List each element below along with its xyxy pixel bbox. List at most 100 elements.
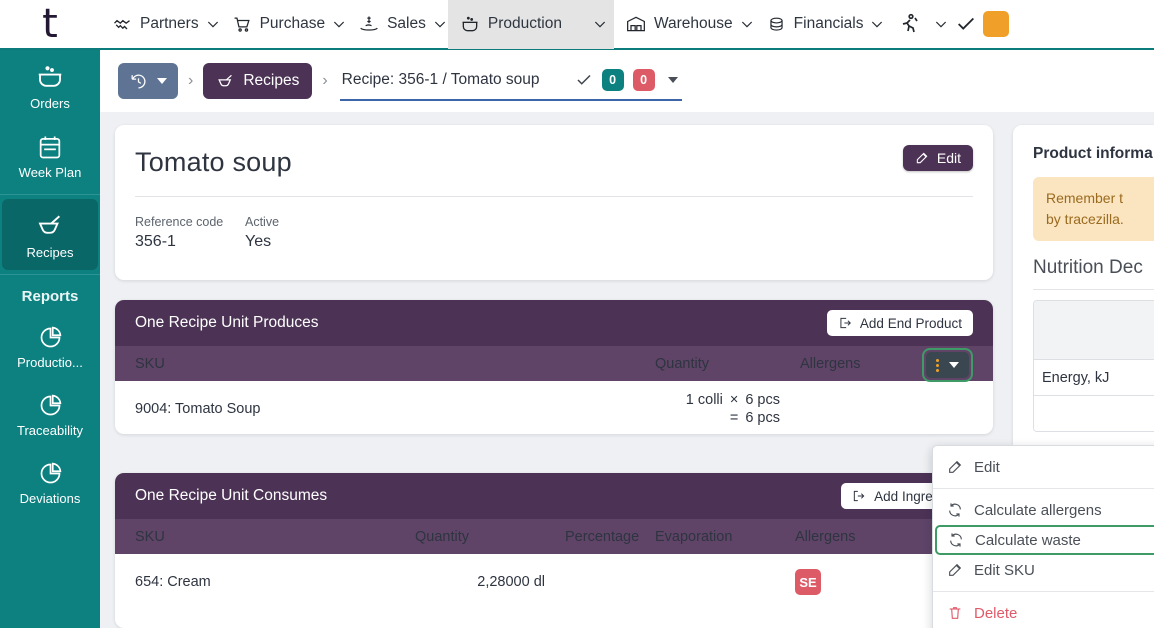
menu-item-calculate-waste[interactable]: Calculate waste bbox=[935, 525, 1154, 555]
nav-item-partners[interactable]: Partners bbox=[100, 0, 205, 49]
menu-label-calculate-waste: Calculate waste bbox=[975, 532, 1081, 549]
chevron-down-icon[interactable] bbox=[869, 16, 885, 32]
top-navigation-bar: t Partners Purchase bbox=[0, 0, 1154, 50]
column-header-allergens: Allergens bbox=[790, 356, 930, 372]
row-actions-focus-ring bbox=[922, 348, 973, 382]
breadcrumb-separator: › bbox=[187, 72, 194, 90]
menu-label-delete: Delete bbox=[974, 605, 1017, 622]
table-row[interactable]: 654: Cream 2,28000 dl SE bbox=[115, 554, 993, 610]
sidebar-section-reports: Reports bbox=[0, 279, 100, 312]
produces-header: One Recipe Unit Produces Add End Product bbox=[115, 300, 993, 346]
chevron-down-icon[interactable] bbox=[205, 16, 221, 32]
column-header-percentage: Percentage bbox=[555, 529, 645, 545]
menu-item-edit[interactable]: Edit bbox=[933, 452, 1154, 482]
sidebar-label-traceability: Traceability bbox=[2, 423, 98, 438]
status-badge-error: 0 bbox=[633, 69, 655, 91]
meta-active: Active Yes bbox=[245, 215, 355, 251]
runner-icon bbox=[897, 12, 921, 36]
meta-reference-code: Reference code 356-1 bbox=[135, 215, 245, 251]
nav-item-financials[interactable]: Financials bbox=[755, 0, 870, 49]
chevron-down-icon[interactable] bbox=[331, 16, 347, 32]
consumes-column-headers: SKU Quantity Percentage Evaporation Alle… bbox=[115, 519, 993, 554]
warning-banner: Remember t by tracezilla. bbox=[1033, 177, 1154, 241]
menu-divider bbox=[933, 591, 1154, 592]
pot-icon bbox=[2, 62, 98, 92]
pie-chart-icon bbox=[2, 392, 98, 419]
column-header-evaporation: Evaporation bbox=[645, 529, 785, 545]
meta-label: Reference code bbox=[135, 215, 245, 229]
nutrition-row: Energy, kJ bbox=[1034, 359, 1154, 395]
warehouse-icon bbox=[626, 14, 646, 34]
breadcrumb-current-recipe[interactable]: Recipe: 356-1 / Tomato soup 0 0 bbox=[340, 61, 682, 101]
sidebar-item-production-report[interactable]: Productio... bbox=[0, 312, 100, 380]
sidebar-label-orders: Orders bbox=[2, 96, 98, 111]
nutrition-row-partial bbox=[1034, 395, 1154, 431]
menu-label-calculate-allergens: Calculate allergens bbox=[974, 502, 1102, 519]
breadcrumb-label-recipes: Recipes bbox=[243, 72, 299, 90]
nav-item-sales[interactable]: Sales bbox=[347, 0, 432, 49]
breadcrumb-separator: › bbox=[321, 72, 328, 90]
sidebar-item-week-plan[interactable]: Week Plan bbox=[0, 121, 100, 190]
breadcrumb-item-recipes[interactable]: Recipes bbox=[203, 63, 312, 99]
add-end-product-label: Add End Product bbox=[860, 316, 962, 331]
page-title: Tomato soup bbox=[135, 147, 973, 178]
qty-operator: × bbox=[730, 392, 738, 408]
column-header-quantity: Quantity bbox=[405, 529, 555, 545]
consumes-card: One Recipe Unit Consumes Add Ingredient … bbox=[115, 473, 993, 628]
edit-recipe-button[interactable]: Edit bbox=[903, 145, 973, 171]
table-row[interactable]: 9004: Tomato Soup 1 colli × 6 pcs = 6 pc… bbox=[115, 381, 993, 434]
sidebar-label-deviations: Deviations bbox=[2, 491, 98, 506]
trash-icon bbox=[947, 605, 963, 621]
warning-line-1: Remember t bbox=[1046, 188, 1154, 209]
notification-chip[interactable] bbox=[983, 11, 1009, 37]
menu-divider bbox=[933, 488, 1154, 489]
cell-sku: 9004: Tomato Soup bbox=[125, 401, 645, 417]
sidebar-divider bbox=[0, 274, 100, 275]
cell-quantity: 2,28000 dl bbox=[405, 574, 555, 590]
coins-icon bbox=[767, 15, 786, 34]
menu-label-edit-sku: Edit SKU bbox=[974, 562, 1035, 579]
row-actions-button[interactable] bbox=[926, 352, 969, 378]
produces-title: One Recipe Unit Produces bbox=[135, 314, 319, 332]
top-nav-items: Partners Purchase bbox=[100, 0, 1009, 49]
mortar-pestle-icon bbox=[4, 211, 96, 241]
cell-quantity: 1 colli × 6 pcs = 6 pcs bbox=[645, 392, 790, 426]
check-icon[interactable] bbox=[955, 13, 977, 35]
chevron-down-icon[interactable] bbox=[933, 16, 949, 32]
nav-item-warehouse[interactable]: Warehouse bbox=[614, 0, 739, 49]
refresh-icon bbox=[948, 532, 964, 548]
sidebar-item-deviations[interactable]: Deviations bbox=[0, 448, 100, 516]
menu-label-edit: Edit bbox=[974, 459, 1000, 476]
column-header-sku: SKU bbox=[125, 529, 405, 545]
add-ingredient-icon bbox=[852, 489, 866, 503]
add-end-product-button[interactable]: Add End Product bbox=[827, 310, 973, 336]
nav-item-purchase[interactable]: Purchase bbox=[221, 0, 331, 49]
quantity-line-2: = 6 pcs bbox=[730, 410, 780, 426]
menu-item-edit-sku[interactable]: Edit SKU bbox=[933, 555, 1154, 585]
chevron-down-icon[interactable] bbox=[157, 78, 167, 84]
chevron-down-icon[interactable] bbox=[739, 16, 755, 32]
chevron-down-icon[interactable] bbox=[949, 362, 959, 368]
chevron-down-icon[interactable] bbox=[668, 77, 678, 83]
chevron-down-icon[interactable] bbox=[432, 16, 448, 32]
menu-item-calculate-allergens[interactable]: Calculate allergens bbox=[933, 495, 1154, 525]
nutrition-declaration-title: Nutrition Dec bbox=[1033, 257, 1154, 279]
chevron-down-icon[interactable] bbox=[592, 16, 608, 32]
nav-label-purchase: Purchase bbox=[260, 15, 325, 33]
menu-item-delete[interactable]: Delete bbox=[933, 598, 1154, 628]
sidebar-item-recipes[interactable]: Recipes bbox=[2, 199, 98, 270]
nav-item-runner[interactable] bbox=[885, 0, 921, 49]
nav-label-sales: Sales bbox=[387, 15, 426, 33]
edit-recipe-label: Edit bbox=[937, 150, 961, 166]
row-actions-dropdown-menu: Edit Calculate allergens Calculate waste bbox=[932, 445, 1154, 628]
sidebar-item-traceability[interactable]: Traceability bbox=[0, 380, 100, 448]
handshake-icon bbox=[112, 14, 132, 34]
recipe-header-card: Tomato soup Reference code 356-1 Active … bbox=[115, 125, 993, 280]
pie-chart-icon bbox=[2, 324, 98, 351]
sidebar-item-orders[interactable]: Orders bbox=[0, 50, 100, 121]
meta-value: Yes bbox=[245, 233, 355, 251]
nav-item-production[interactable]: Production bbox=[448, 0, 614, 49]
brand-logo[interactable]: t bbox=[0, 0, 100, 49]
pot-icon bbox=[460, 14, 480, 34]
history-button[interactable] bbox=[118, 63, 178, 99]
